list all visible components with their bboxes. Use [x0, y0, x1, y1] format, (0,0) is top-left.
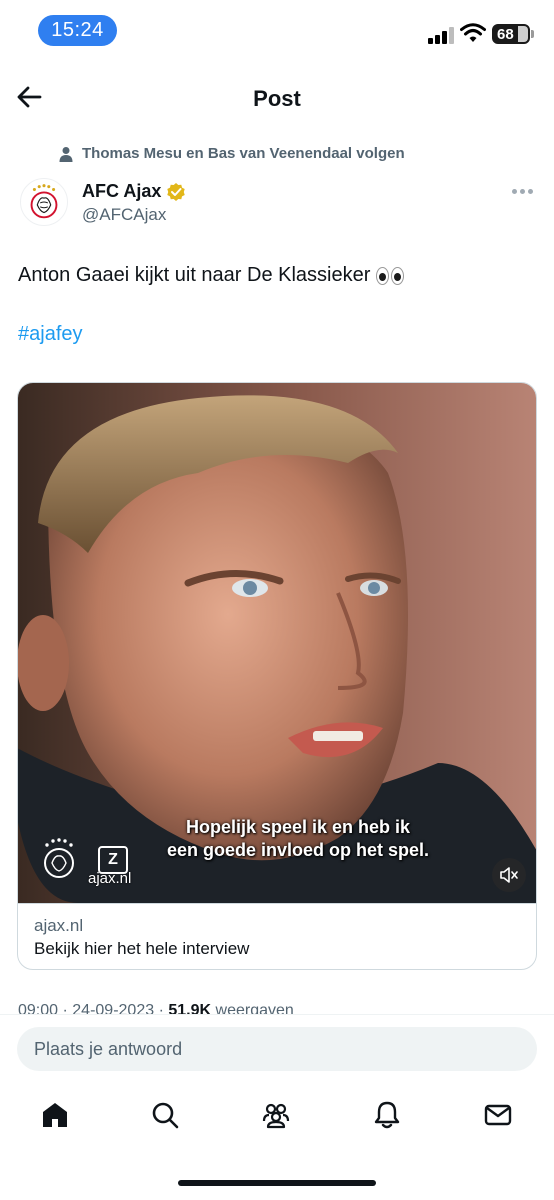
communities-icon — [262, 1103, 290, 1129]
home-indicator — [178, 1180, 376, 1186]
post-header: Post — [0, 68, 554, 130]
link-card[interactable]: Hopelijk speel ik en heb ik een goede in… — [17, 382, 537, 970]
subtitle-line-1: Hopelijk speel ik en heb ik — [185, 817, 411, 837]
tab-bar — [0, 1080, 554, 1150]
status-bar: 15:24 68 — [0, 0, 554, 62]
eyes-emoji — [376, 266, 405, 285]
search-icon — [152, 1102, 179, 1129]
card-footer[interactable]: ajax.nl Bekijk hier het hele interview — [18, 903, 536, 969]
tweet-text: Anton Gaaei kijkt uit naar De Klassieker — [18, 264, 405, 287]
video-subtitle: Hopelijk speel ik en heb ik een goede in… — [18, 816, 536, 862]
author-name[interactable]: AFC Ajax — [82, 181, 186, 202]
card-domain: ajax.nl — [34, 916, 84, 935]
ajax-logo-icon — [44, 838, 74, 878]
video-player[interactable]: Hopelijk speel ik en heb ik een goede in… — [18, 383, 536, 903]
page-title: Post — [253, 86, 301, 111]
tab-search[interactable] — [148, 1098, 182, 1132]
tab-messages[interactable] — [481, 1098, 515, 1132]
signal-icon — [428, 26, 454, 44]
mute-button[interactable] — [492, 858, 526, 892]
social-context[interactable]: Thomas Mesu en Bas van Veenendaal volgen — [58, 145, 405, 162]
tab-notifications[interactable] — [370, 1098, 404, 1132]
tab-home[interactable] — [38, 1098, 72, 1132]
author-name-text: AFC Ajax — [82, 181, 162, 201]
social-context-text: Thomas Mesu en Bas van Veenendaal volgen — [82, 145, 405, 162]
messages-icon — [484, 1104, 512, 1126]
tweet-body: Anton Gaaei kijkt uit naar De Klassieker — [18, 264, 371, 286]
more-options-icon[interactable] — [512, 185, 536, 197]
notifications-icon — [374, 1101, 400, 1129]
battery-icon: 68 — [492, 24, 530, 44]
card-headline: Bekijk hier het hele interview — [34, 939, 250, 958]
battery-cap — [531, 30, 534, 38]
hashtag-link[interactable]: #ajafey — [18, 323, 83, 346]
author-handle[interactable]: @AFCAjax — [82, 205, 166, 225]
verified-badge-icon — [167, 182, 186, 201]
home-icon — [43, 1103, 67, 1127]
battery-level: 68 — [497, 25, 514, 43]
status-time: 15:24 — [38, 15, 117, 46]
subtitle-line-2: een goede invloed op het spel. — [166, 840, 430, 860]
tab-communities[interactable] — [259, 1098, 293, 1132]
ajax-logo-icon — [30, 184, 58, 219]
avatar[interactable] — [20, 178, 68, 226]
overlay-domain: ajax.nl — [88, 870, 132, 887]
wifi-icon — [460, 23, 486, 42]
speaker-muted-icon — [500, 867, 518, 883]
reply-input[interactable]: Plaats je antwoord — [17, 1027, 537, 1071]
person-icon — [59, 146, 73, 162]
